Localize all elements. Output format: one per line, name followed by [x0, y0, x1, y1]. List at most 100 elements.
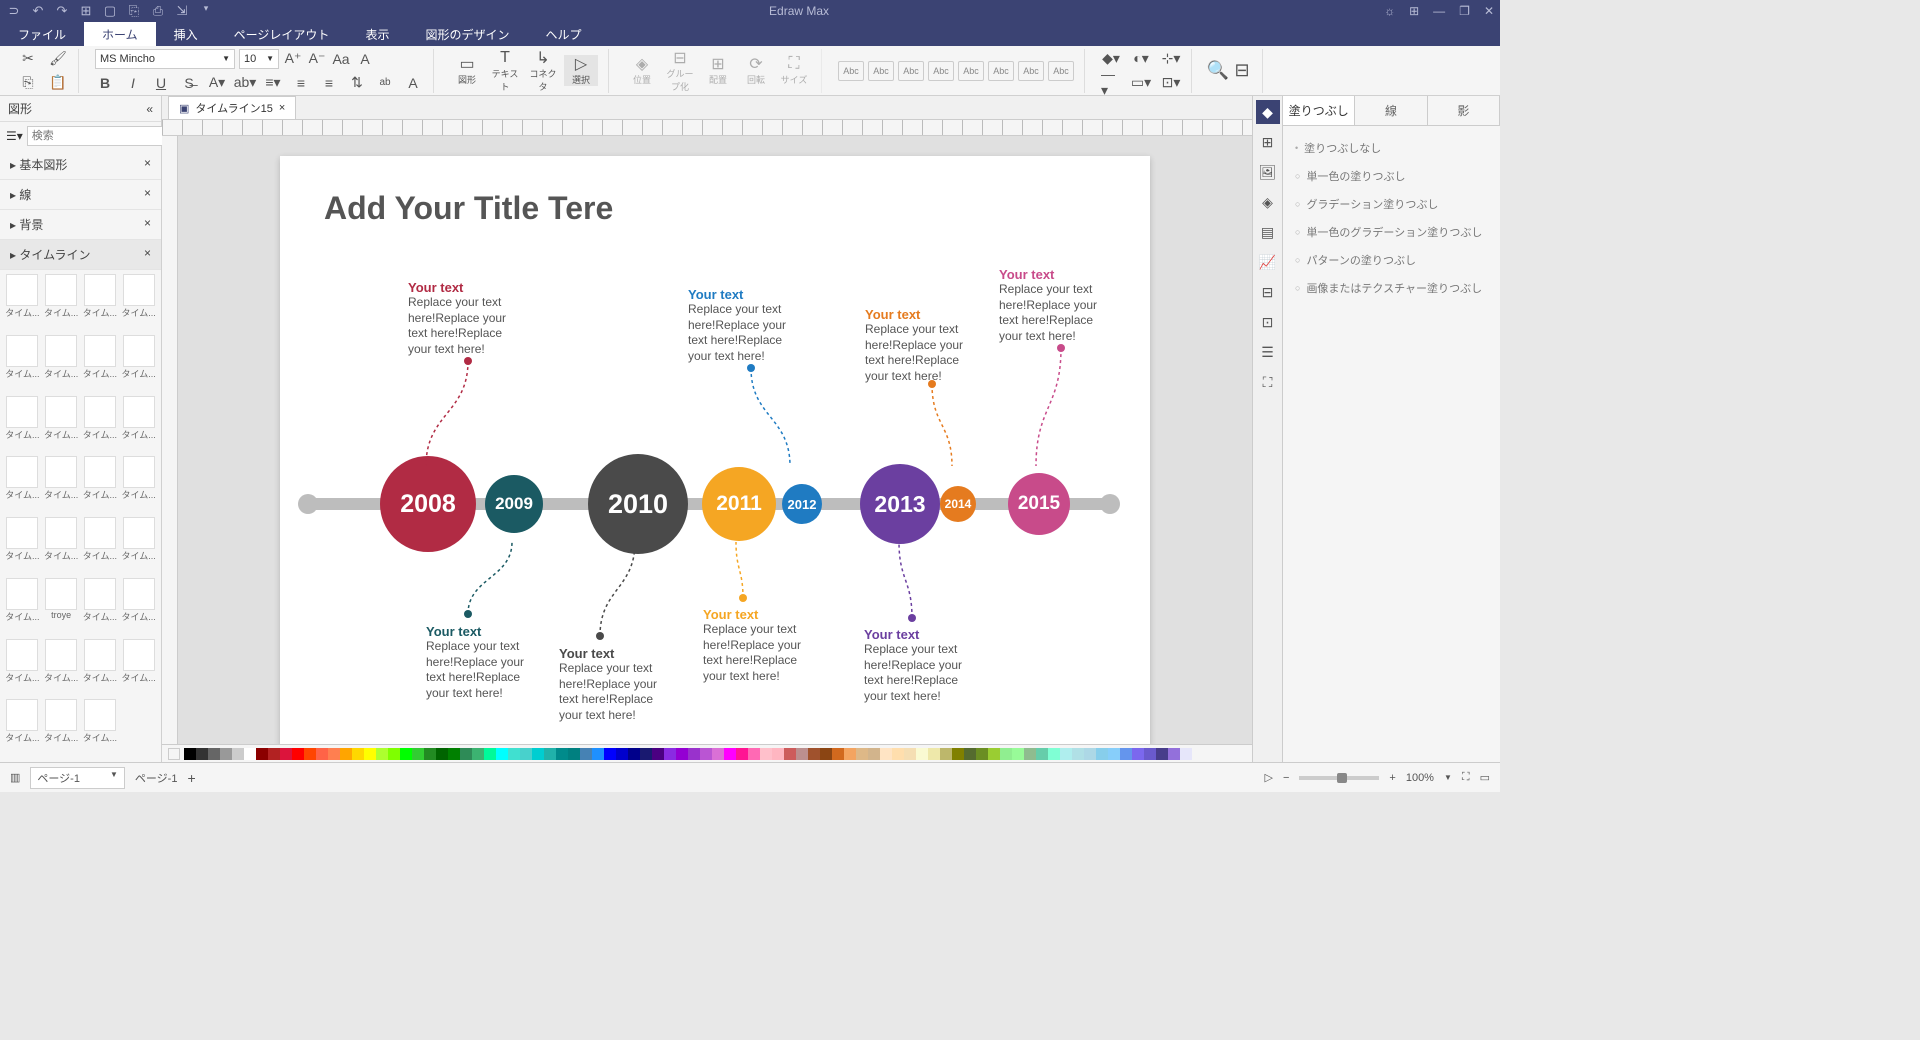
shadow-icon[interactable]: ◐▾ — [1131, 49, 1151, 69]
color-swatch[interactable] — [388, 748, 400, 760]
table-panel-icon[interactable]: ⊟ — [1256, 280, 1280, 304]
template-item[interactable]: タイム... — [4, 456, 41, 504]
color-swatch[interactable] — [472, 748, 484, 760]
template-item[interactable]: troye — [43, 578, 80, 626]
color-swatch[interactable] — [292, 748, 304, 760]
timeline-node[interactable]: 2012 — [782, 484, 822, 524]
font-size-select[interactable]: 10▼ — [239, 49, 279, 69]
template-item[interactable]: タイム... — [43, 517, 80, 565]
search-input[interactable] — [27, 126, 179, 146]
annotation[interactable]: Your textReplace your text here!Replace … — [559, 646, 674, 723]
template-item[interactable]: タイム... — [82, 274, 119, 322]
color-swatch[interactable] — [352, 748, 364, 760]
template-item[interactable]: タイム... — [43, 699, 80, 747]
color-swatch[interactable] — [892, 748, 904, 760]
add-page-icon[interactable]: + — [187, 770, 195, 786]
timeline-node[interactable]: 2010 — [588, 454, 688, 554]
color-swatch[interactable] — [820, 748, 832, 760]
cut-icon[interactable]: ✂ — [18, 49, 38, 69]
color-swatch[interactable] — [652, 748, 664, 760]
collapse-panel-icon[interactable]: « — [146, 102, 153, 116]
color-swatch[interactable] — [700, 748, 712, 760]
superscript-icon[interactable]: A — [403, 73, 423, 93]
template-item[interactable]: タイム... — [120, 335, 157, 383]
style-preset[interactable]: Abc — [928, 61, 954, 81]
shape-tool[interactable]: ▭図形 — [450, 55, 484, 86]
color-swatch[interactable] — [1144, 748, 1156, 760]
decrease-font-icon[interactable]: A⁻ — [307, 49, 327, 69]
replace-icon[interactable]: ⊟ — [1232, 61, 1252, 81]
menu-tab[interactable]: 表示 — [347, 22, 407, 46]
color-swatch[interactable] — [508, 748, 520, 760]
style-preset[interactable]: Abc — [958, 61, 984, 81]
style-preset[interactable]: Abc — [988, 61, 1014, 81]
minimize-icon[interactable]: — — [1433, 4, 1445, 18]
template-item[interactable]: タイム... — [82, 578, 119, 626]
template-item[interactable]: タイム... — [120, 578, 157, 626]
template-item[interactable]: タイム... — [82, 639, 119, 687]
zoom-slider[interactable] — [1299, 776, 1379, 780]
annotation[interactable]: Your textReplace your text here!Replace … — [865, 307, 980, 384]
settings-icon[interactable]: ☼ — [1384, 4, 1395, 18]
template-item[interactable]: タイム... — [82, 456, 119, 504]
color-swatch[interactable] — [592, 748, 604, 760]
color-swatch[interactable] — [1156, 748, 1168, 760]
annotation[interactable]: Your textReplace your text here!Replace … — [426, 624, 541, 701]
color-swatch[interactable] — [316, 748, 328, 760]
color-swatch[interactable] — [976, 748, 988, 760]
color-swatch[interactable] — [1096, 748, 1108, 760]
color-swatch[interactable] — [364, 748, 376, 760]
color-swatch[interactable] — [844, 748, 856, 760]
color-swatch[interactable] — [988, 748, 1000, 760]
menu-tab[interactable]: 図形のデザイン — [407, 22, 527, 46]
color-swatch[interactable] — [832, 748, 844, 760]
new-icon[interactable]: ⊞ — [78, 3, 94, 19]
color-swatch[interactable] — [1024, 748, 1036, 760]
data-panel-icon[interactable]: ⊡ — [1256, 310, 1280, 334]
color-swatch[interactable] — [916, 748, 928, 760]
timeline-node[interactable]: 2009 — [485, 475, 543, 533]
align-center-icon[interactable]: ≡ — [319, 73, 339, 93]
color-swatch[interactable] — [868, 748, 880, 760]
color-swatch[interactable] — [796, 748, 808, 760]
align-left-icon[interactable]: ≡ — [291, 73, 311, 93]
highlight-icon[interactable]: ab▾ — [235, 73, 255, 93]
template-item[interactable]: タイム... — [4, 639, 41, 687]
color-swatch[interactable] — [760, 748, 772, 760]
font-select[interactable]: MS Mincho▼ — [95, 49, 235, 69]
template-item[interactable]: タイム... — [4, 335, 41, 383]
connector-tool[interactable]: ↳コネクタ — [526, 49, 560, 93]
color-swatch[interactable] — [640, 748, 652, 760]
fill-option[interactable]: パターンの塗りつぶし — [1295, 246, 1488, 274]
color-swatch[interactable] — [1048, 748, 1060, 760]
app-logo-icon[interactable]: ⊃ — [6, 3, 22, 19]
menu-tab[interactable]: ファイル — [0, 22, 84, 46]
timeline-node[interactable]: 2008 — [380, 456, 476, 552]
template-item[interactable]: タイム... — [82, 335, 119, 383]
clear-format-icon[interactable]: A — [355, 49, 375, 69]
color-swatch[interactable] — [772, 748, 784, 760]
format-painter-icon[interactable]: 🖌 — [48, 49, 68, 69]
color-swatch[interactable] — [256, 748, 268, 760]
template-item[interactable]: タイム... — [43, 639, 80, 687]
close-tab-icon[interactable]: × — [279, 102, 285, 114]
color-swatch[interactable] — [1120, 748, 1132, 760]
export-icon[interactable]: ⇲ — [174, 3, 190, 19]
crop-icon[interactable]: ⊹▾ — [1161, 49, 1181, 69]
text-tool[interactable]: Tテキスト — [488, 49, 522, 93]
color-swatch[interactable] — [520, 748, 532, 760]
color-swatch[interactable] — [736, 748, 748, 760]
format-tab[interactable]: 塗りつぶし — [1283, 96, 1355, 125]
template-item[interactable]: タイム... — [120, 639, 157, 687]
color-swatch[interactable] — [880, 748, 892, 760]
page-panel-icon[interactable]: ▤ — [1256, 220, 1280, 244]
color-swatch[interactable] — [1036, 748, 1048, 760]
color-swatch[interactable] — [184, 748, 196, 760]
copy-icon[interactable]: ⎘ — [18, 73, 38, 93]
color-swatch[interactable] — [244, 748, 256, 760]
close-icon[interactable]: ✕ — [1484, 4, 1494, 18]
color-swatch[interactable] — [604, 748, 616, 760]
menu-tab[interactable]: ヘルプ — [527, 22, 599, 46]
color-swatch[interactable] — [808, 748, 820, 760]
list-panel-icon[interactable]: ☰ — [1256, 340, 1280, 364]
